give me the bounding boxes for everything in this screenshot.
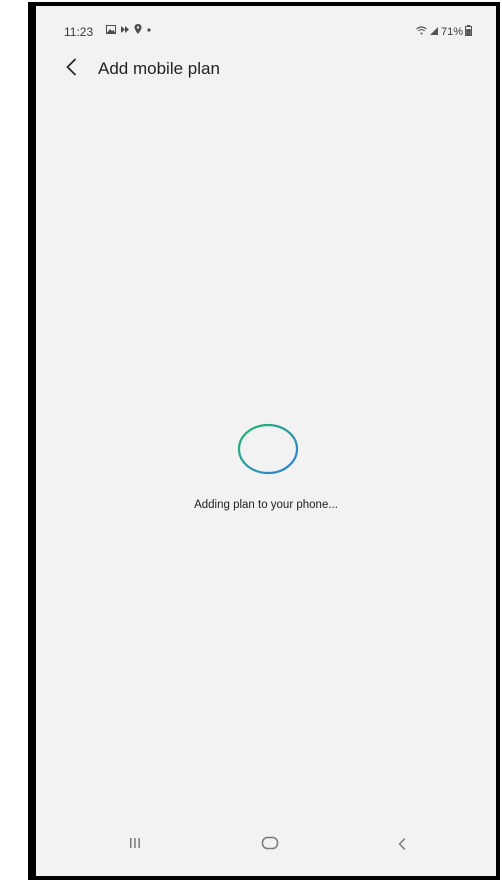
media-icon bbox=[120, 25, 130, 37]
back-button[interactable] bbox=[58, 56, 84, 82]
nav-back-button[interactable] bbox=[387, 832, 417, 858]
signal-icon bbox=[429, 26, 439, 39]
app-header: Add mobile plan bbox=[36, 56, 496, 92]
back-arrow-icon bbox=[65, 56, 77, 82]
battery-percent: 71% bbox=[440, 26, 463, 38]
back-icon bbox=[397, 835, 407, 856]
battery-icon bbox=[465, 25, 472, 39]
phone-screen: 11:23 71% Add mobile plan Adding plan to… bbox=[36, 6, 496, 876]
recents-button[interactable] bbox=[120, 832, 150, 858]
adding-plan-message: Adding plan to your phone... bbox=[194, 499, 338, 511]
dot-icon bbox=[146, 25, 152, 36]
recents-icon bbox=[128, 836, 142, 854]
status-system-icons: 71% bbox=[416, 25, 472, 39]
system-navigation-bar bbox=[36, 816, 496, 876]
status-bar: 11:23 71% bbox=[36, 6, 496, 46]
location-icon bbox=[134, 24, 142, 37]
wifi-icon bbox=[416, 26, 427, 38]
gallery-icon bbox=[106, 24, 116, 37]
home-button[interactable] bbox=[255, 832, 285, 858]
page-title: Add mobile plan bbox=[98, 59, 220, 78]
status-notification-icons bbox=[106, 24, 152, 37]
loading-spinner bbox=[236, 422, 300, 481]
status-time: 11:23 bbox=[64, 25, 94, 39]
home-icon bbox=[261, 836, 279, 855]
